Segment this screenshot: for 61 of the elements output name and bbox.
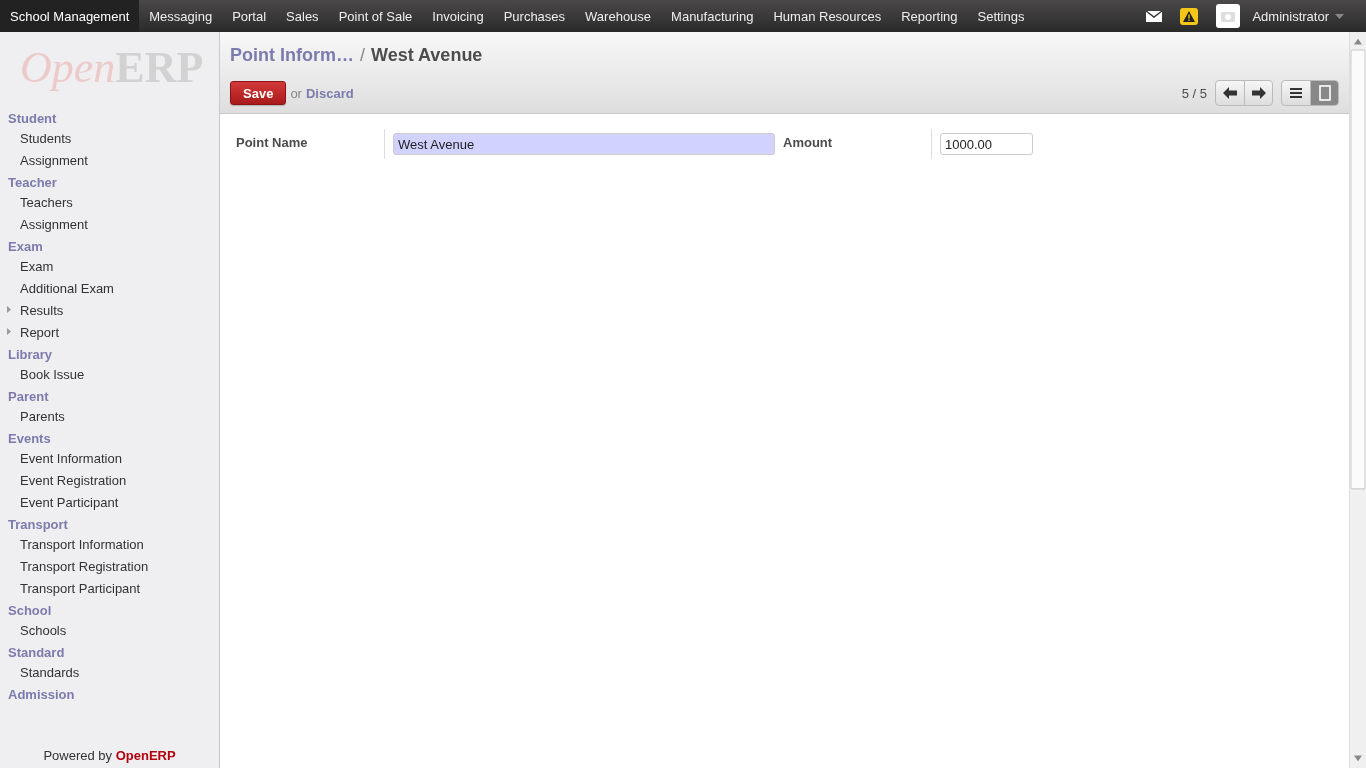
menu-tab[interactable]: Purchases: [493, 0, 576, 32]
section-heading: Library: [7, 347, 54, 363]
or-text: or: [290, 85, 302, 101]
breadcrumb-link[interactable]: Point Inform…: [230, 44, 354, 66]
menu-tab[interactable]: Human Resources: [763, 0, 892, 32]
menu-tab[interactable]: Reporting: [891, 0, 968, 32]
sidebar-item[interactable]: Standards: [0, 661, 80, 683]
right-arrow-icon: [1251, 87, 1266, 99]
field-label: Amount: [783, 134, 834, 150]
breadcrumb-separator: /: [360, 44, 365, 66]
field-label: Point Name: [236, 134, 309, 150]
avatar-icon: [1216, 4, 1241, 28]
sidebar-item[interactable]: Results: [0, 299, 64, 321]
section-heading: Exam: [7, 239, 44, 255]
input-field[interactable]: 1000.00: [940, 133, 1033, 155]
sidebar-item[interactable]: Event Participant: [0, 491, 119, 513]
list-icon: [1290, 88, 1302, 98]
menu-tab[interactable]: Invoicing: [422, 0, 494, 32]
powered-by-text: Powered by OpenERP: [42, 747, 177, 765]
menu-tab[interactable]: Point of Sale: [328, 0, 423, 32]
save-button[interactable]: Save: [230, 81, 287, 105]
menu-tab[interactable]: Sales: [276, 0, 329, 32]
sidebar-item[interactable]: Transport Participant: [0, 577, 141, 599]
section-heading: Admission: [7, 687, 76, 703]
sidebar-item[interactable]: Exam: [0, 255, 54, 277]
record-title: West Avenue: [371, 44, 483, 66]
section-heading: Events: [7, 431, 52, 447]
form-icon: [1318, 85, 1331, 101]
sidebar-item[interactable]: Additional Exam: [0, 277, 114, 299]
sidebar-item[interactable]: Assignment: [0, 149, 88, 171]
sidebar-item[interactable]: Event Registration: [0, 469, 127, 491]
sidebar-item[interactable]: Report: [0, 321, 60, 343]
sidebar-item[interactable]: Assignment: [0, 213, 88, 235]
caret-icon: [1335, 13, 1344, 19]
pager-text: 5 / 5: [1181, 85, 1207, 101]
scrollbar[interactable]: [1349, 32, 1366, 768]
sidebar-item[interactable]: Schools: [0, 619, 67, 641]
section-heading: Teacher: [7, 175, 58, 191]
sidebar-item[interactable]: Teachers: [0, 191, 73, 213]
sidebar-item[interactable]: Book Issue: [0, 363, 85, 385]
warning-icon[interactable]: [1180, 7, 1199, 25]
menu-tab[interactable]: Settings: [967, 0, 1035, 32]
sidebar-item[interactable]: Parents: [0, 405, 65, 427]
sidebar-item[interactable]: Event Information: [0, 447, 122, 469]
mail-icon[interactable]: [1146, 10, 1163, 22]
sidebar-item[interactable]: Transport Information: [0, 533, 144, 555]
input-field[interactable]: West Avenue: [393, 133, 775, 155]
left-arrow-icon: [1223, 87, 1237, 99]
menu-tab[interactable]: School Management: [0, 0, 140, 32]
sidebar-item[interactable]: Transport Registration: [0, 555, 149, 577]
section-heading: Parent: [7, 389, 50, 405]
section-heading: Standard: [7, 645, 66, 661]
menu-tab[interactable]: Warehouse: [575, 0, 662, 32]
section-heading: Transport: [7, 517, 69, 533]
section-heading: Student: [7, 111, 58, 127]
sidebar-item[interactable]: Students: [0, 127, 72, 149]
menu-tab[interactable]: Messaging: [139, 0, 223, 32]
menu-tab[interactable]: Portal: [222, 0, 277, 32]
menu-tab[interactable]: Manufacturing: [661, 0, 764, 32]
section-heading: School: [7, 603, 53, 619]
user-menu[interactable]: Administrator: [1216, 4, 1366, 28]
